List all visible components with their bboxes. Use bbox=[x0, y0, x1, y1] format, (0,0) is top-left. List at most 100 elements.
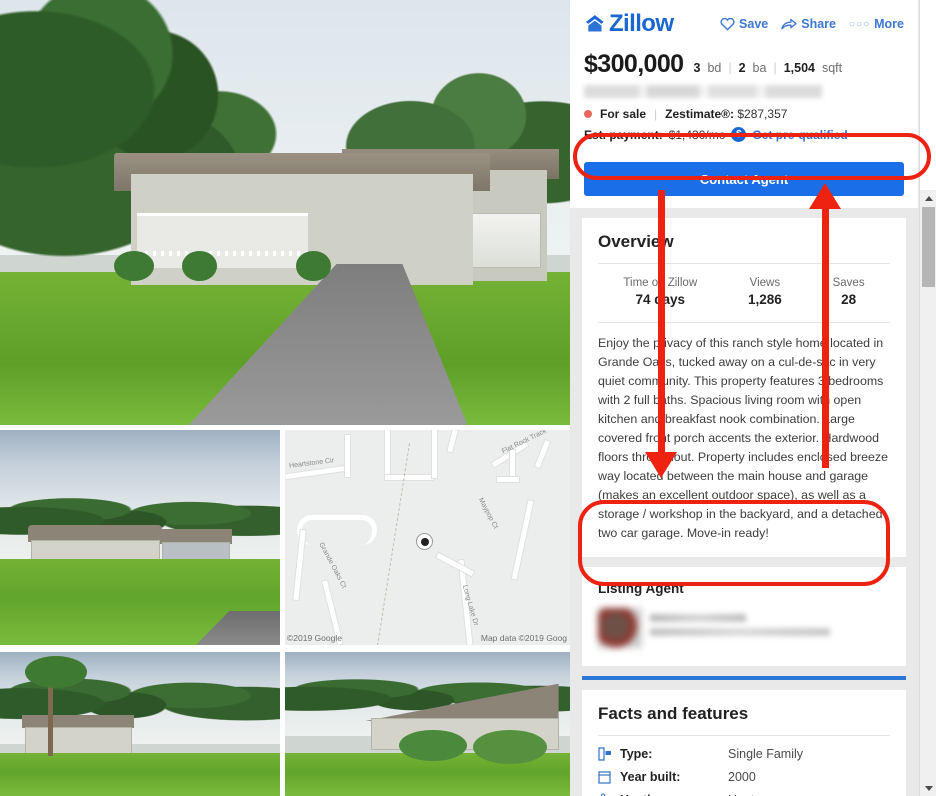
overview-card: Overview Time on Zillow 74 days Views 1,… bbox=[582, 218, 906, 557]
shrub bbox=[114, 250, 154, 281]
agent-avatar-redacted bbox=[598, 607, 642, 648]
road bbox=[345, 435, 350, 477]
map-attribution-left: ©2019 Google bbox=[287, 633, 342, 643]
stat-views: Views 1,286 bbox=[748, 277, 782, 307]
share-label: Share bbox=[801, 17, 836, 31]
stat-value: 74 days bbox=[635, 292, 686, 307]
divider-line bbox=[598, 734, 890, 736]
map-street-label: Maypop Ct bbox=[476, 496, 499, 531]
fact-label: Year built: bbox=[620, 769, 681, 784]
stat-time-on-zillow: Time on Zillow 74 days bbox=[623, 277, 697, 307]
road-loop bbox=[297, 515, 377, 545]
cta-container: Contact Agent bbox=[570, 154, 918, 208]
overview-title: Overview bbox=[598, 232, 674, 251]
zestimate-label: Zestimate®: bbox=[665, 107, 735, 121]
property-photo-rear[interactable] bbox=[285, 652, 570, 796]
property-photo-side-yard[interactable] bbox=[0, 652, 280, 796]
agent-name-redacted bbox=[650, 613, 746, 622]
more-label: More bbox=[874, 17, 904, 31]
palm-fronds bbox=[25, 656, 87, 688]
lawn bbox=[0, 752, 280, 796]
agent-brokerage-redacted bbox=[650, 627, 830, 636]
zillow-logo[interactable]: Zillow bbox=[584, 10, 674, 38]
beds-value: 3 bbox=[693, 61, 701, 75]
status-dot-icon bbox=[584, 110, 592, 118]
chevron-up-icon bbox=[924, 195, 933, 201]
payment-value: $1,430/mo bbox=[668, 127, 726, 142]
header-action-group: Save Share ○○○ More bbox=[720, 17, 904, 31]
scroll-down-button[interactable] bbox=[920, 780, 936, 796]
listing-agent-card: Listing Agent bbox=[582, 566, 906, 666]
property-photo-front[interactable] bbox=[0, 430, 280, 645]
save-button[interactable]: Save bbox=[720, 17, 768, 31]
home-type-icon bbox=[598, 747, 620, 761]
property-address-redacted bbox=[584, 85, 822, 98]
trail-path bbox=[376, 443, 411, 645]
status-row: For sale | Zestimate®: $287,357 bbox=[584, 107, 904, 121]
stat-label: Saves bbox=[832, 277, 865, 289]
porch-railing bbox=[136, 250, 314, 256]
map-thumbnail[interactable]: Heartstone Cir Flat Rock Track Maypop Ct… bbox=[285, 430, 570, 645]
save-label: Save bbox=[739, 17, 769, 31]
stat-label: Time on Zillow bbox=[623, 277, 698, 289]
listing-detail-panel: Zillow Save Share ○○○ More $300,000 3 bd… bbox=[570, 0, 936, 796]
baths-value: 2 bbox=[738, 61, 746, 75]
sqft-unit: sqft bbox=[821, 61, 843, 75]
property-description: Enjoy the privacy of this ranch style ho… bbox=[598, 336, 888, 540]
price-row: $300,000 3 bd | 2 ba | 1,504 sqft bbox=[584, 44, 904, 79]
share-button[interactable]: Share bbox=[781, 17, 836, 31]
hero-property-photo[interactable] bbox=[0, 0, 570, 425]
dollar-coin-icon: $ bbox=[731, 127, 747, 142]
property-map-pin[interactable] bbox=[417, 534, 432, 549]
more-button[interactable]: ○○○ More bbox=[849, 17, 904, 31]
garage-door-right bbox=[467, 212, 542, 268]
panel-scroll-area: Zillow Save Share ○○○ More $300,000 3 bd… bbox=[570, 0, 918, 796]
scrollbar-track-top bbox=[920, 0, 936, 190]
shrub bbox=[296, 250, 331, 281]
heart-icon bbox=[720, 17, 735, 31]
agent-text-redacted bbox=[650, 613, 890, 642]
divider-line bbox=[598, 263, 890, 264]
panel-header: Zillow Save Share ○○○ More bbox=[584, 8, 904, 44]
share-arrow-icon bbox=[781, 18, 797, 30]
contact-agent-button[interactable]: Contact Agent bbox=[584, 162, 904, 196]
road bbox=[436, 552, 474, 577]
get-prequalified-link[interactable]: Get pre-qualified bbox=[752, 128, 847, 142]
road bbox=[385, 430, 390, 480]
beds-unit: bd bbox=[707, 61, 722, 75]
stat-saves: Saves 28 bbox=[833, 277, 865, 307]
fact-row-year-built: Year built: 2000 bbox=[598, 770, 890, 784]
road bbox=[497, 477, 519, 482]
road bbox=[534, 440, 551, 468]
fact-row-type: Type: Single Family bbox=[598, 747, 890, 761]
map-canvas: Heartstone Cir Flat Rock Track Maypop Ct… bbox=[285, 430, 570, 645]
fact-label: Type: bbox=[620, 746, 653, 761]
stat-value: 1,286 bbox=[747, 292, 782, 307]
facts-title: Facts and features bbox=[598, 703, 749, 723]
facts-and-features-card: Facts and features Type: Single Family Y… bbox=[582, 689, 906, 796]
road bbox=[511, 500, 534, 580]
sqft-value: 1,504 bbox=[783, 61, 815, 75]
status-badge: For sale bbox=[600, 107, 647, 121]
bed-bath-sqft: 3 bd | 2 ba | 1,504 sqft bbox=[693, 61, 842, 75]
ellipsis-icon: ○○○ bbox=[849, 18, 871, 30]
listing-agent-title: Listing Agent bbox=[598, 580, 684, 596]
panel-scrollbar[interactable] bbox=[919, 0, 936, 796]
covered-porch bbox=[136, 212, 308, 268]
road bbox=[510, 450, 515, 478]
stat-label: Views bbox=[749, 277, 781, 289]
road bbox=[447, 430, 458, 453]
stat-value: 28 bbox=[841, 292, 857, 307]
calendar-icon bbox=[598, 770, 620, 784]
scrollbar-thumb[interactable] bbox=[922, 207, 935, 287]
listing-summary-card: Zillow Save Share ○○○ More $300,000 3 bd… bbox=[570, 0, 918, 154]
listing-agent-info[interactable] bbox=[598, 607, 890, 648]
zillow-listing-page: Heartstone Cir Flat Rock Track Maypop Ct… bbox=[0, 0, 936, 796]
road bbox=[385, 475, 433, 480]
fact-row-heating: Heating: Heat pump bbox=[598, 793, 890, 796]
divider: | bbox=[728, 61, 732, 75]
zestimate-value: $287,357 bbox=[737, 107, 788, 121]
scroll-up-button[interactable] bbox=[920, 190, 936, 206]
baths-unit: ba bbox=[752, 61, 767, 75]
